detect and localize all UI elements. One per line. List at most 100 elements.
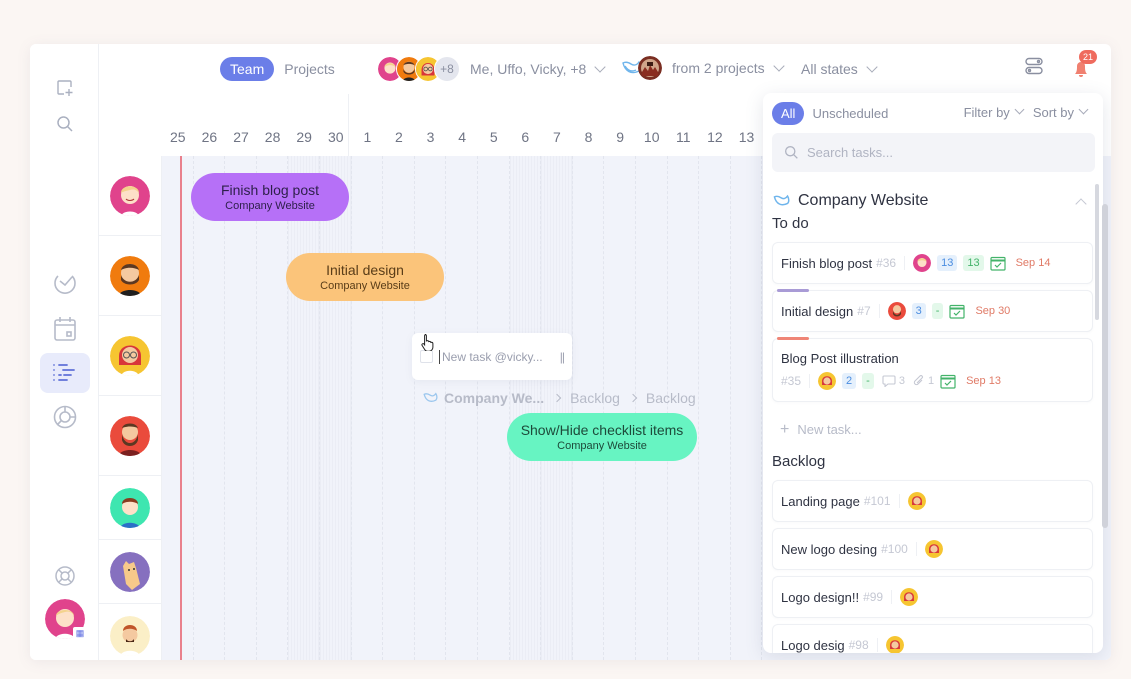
day-column[interactable] — [257, 156, 289, 660]
new-task-input[interactable]: New task @vicky... — [439, 349, 560, 364]
timeline-task-bar[interactable]: Finish blog post Company Website — [191, 173, 349, 221]
task-name: Logo desig — [781, 637, 845, 653]
person-row[interactable] — [99, 604, 161, 660]
states-filter-label: All states — [801, 61, 858, 77]
day-column[interactable] — [446, 156, 478, 660]
help-button[interactable] — [40, 556, 90, 596]
task-list: Company Website To do Finish blog post #… — [772, 191, 1093, 653]
tab-all[interactable]: All — [772, 102, 805, 125]
assignee-avatar — [924, 540, 943, 558]
calendar-button[interactable] — [40, 309, 90, 349]
person-row[interactable] — [99, 316, 161, 396]
day-column[interactable] — [509, 156, 542, 660]
avatar — [110, 487, 150, 528]
people-column — [99, 156, 162, 660]
task-number: #100 — [881, 542, 908, 556]
filter-by-dropdown[interactable]: Filter by — [964, 104, 1025, 120]
task-card[interactable]: Initial design #7 3 - Sep 30 — [772, 289, 1093, 332]
timeline-button[interactable] — [40, 353, 90, 393]
day-column[interactable] — [699, 156, 731, 660]
sort-by-dropdown[interactable]: Sort by — [1033, 104, 1089, 120]
day-label: 28 — [264, 129, 281, 145]
chevron-down-icon — [1014, 104, 1025, 115]
breadcrumb-list[interactable]: Backlog — [570, 390, 620, 406]
tab-projects[interactable]: Projects — [282, 57, 337, 81]
timeline-task-bar[interactable]: Show/Hide checklist items Company Websit… — [507, 413, 697, 461]
search-button[interactable] — [40, 104, 90, 144]
day-column[interactable] — [731, 156, 763, 660]
task-card[interactable]: Finish blog post #36 13 13 Sep 14 — [772, 242, 1093, 284]
person-row[interactable] — [99, 236, 161, 316]
task-card[interactable]: Blog Post illustration #35 2 - 3 1 Sep 1… — [772, 337, 1093, 402]
project-header[interactable]: Company Website — [772, 191, 1093, 211]
day-column[interactable] — [541, 156, 573, 660]
day-label: 12 — [707, 129, 723, 145]
tab-unscheduled[interactable]: Unscheduled — [812, 106, 888, 121]
my-tasks-icon — [52, 271, 78, 297]
search-tasks-input[interactable]: Search tasks... — [807, 145, 893, 160]
due-date: Sep 30 — [975, 305, 1011, 317]
task-card[interactable]: Logo desig #98 — [772, 624, 1093, 653]
task-name: Landing page — [781, 493, 860, 509]
hand-cursor-icon — [421, 333, 435, 356]
day-column[interactable] — [573, 156, 605, 660]
person-row[interactable] — [99, 476, 161, 540]
toggles-icon — [1025, 57, 1043, 74]
reports-button[interactable] — [40, 397, 90, 437]
calendar-check-icon — [989, 256, 1006, 271]
estimate-chip: 3 — [911, 303, 926, 319]
person-row[interactable] — [99, 396, 161, 476]
day-column[interactable] — [162, 156, 194, 660]
day-column[interactable] — [668, 156, 700, 660]
day-column[interactable] — [288, 156, 320, 660]
day-column[interactable] — [194, 156, 226, 660]
projects-filter-label: from 2 projects — [672, 60, 765, 76]
page-scrollbar[interactable] — [1102, 204, 1108, 528]
day-column[interactable] — [604, 156, 636, 660]
day-column[interactable] — [415, 156, 447, 660]
chevron-up-icon[interactable] — [1075, 197, 1087, 210]
toggle-view-button[interactable] — [1025, 57, 1043, 80]
time-chip: 13 — [963, 255, 984, 271]
attachment-icon — [913, 374, 923, 385]
day-column[interactable] — [636, 156, 668, 660]
day-column[interactable] — [352, 156, 384, 660]
avatar — [110, 255, 150, 296]
drag-handle[interactable]: || — [560, 350, 565, 364]
tab-team[interactable]: Team — [220, 57, 275, 81]
people-filter[interactable]: +8 Me, Uffo, Vicky, +8 — [377, 56, 606, 82]
avatar — [110, 415, 150, 456]
timeline-task-bar[interactable]: Initial design Company Website — [286, 253, 444, 301]
project-avatar-icon — [638, 56, 662, 80]
search-tasks-field[interactable]: Search tasks... — [772, 133, 1095, 172]
avatar — [110, 615, 150, 656]
day-column[interactable] — [383, 156, 415, 660]
my-tasks-button[interactable] — [40, 264, 90, 304]
task-project: Company Website — [557, 439, 647, 452]
comments-count: 3 — [898, 374, 905, 387]
chevron-down-icon — [866, 61, 878, 73]
day-label: 26 — [201, 129, 218, 145]
person-row[interactable] — [99, 156, 161, 236]
comment-icon — [882, 374, 896, 387]
add-task-button[interactable] — [40, 68, 90, 108]
projects-filter[interactable]: from 2 projects — [620, 56, 785, 80]
task-card[interactable]: Logo design!! #99 — [772, 576, 1093, 618]
day-column[interactable] — [320, 156, 352, 660]
my-profile-avatar[interactable]: ▦ — [45, 599, 87, 639]
breadcrumb-status[interactable]: Backlog — [646, 390, 696, 406]
task-card[interactable]: Landing page #101 — [772, 480, 1093, 522]
person-row[interactable] — [99, 540, 161, 604]
day-label: 1 — [363, 129, 372, 145]
people-filter-label: Me, Uffo, Vicky, +8 — [470, 61, 587, 77]
task-card[interactable]: New logo desing #100 — [772, 528, 1093, 570]
panel-scrollbar[interactable] — [1095, 184, 1099, 320]
breadcrumb-project[interactable]: Company We... — [444, 390, 544, 406]
notifications-button[interactable]: 21 — [1069, 50, 1098, 80]
day-column[interactable] — [478, 156, 510, 660]
new-task-button[interactable]: + New task... — [772, 408, 1093, 449]
states-filter[interactable]: All states — [801, 56, 878, 82]
task-number: #99 — [863, 590, 884, 604]
day-column[interactable] — [225, 156, 257, 660]
project-name: Company Website — [798, 192, 929, 209]
